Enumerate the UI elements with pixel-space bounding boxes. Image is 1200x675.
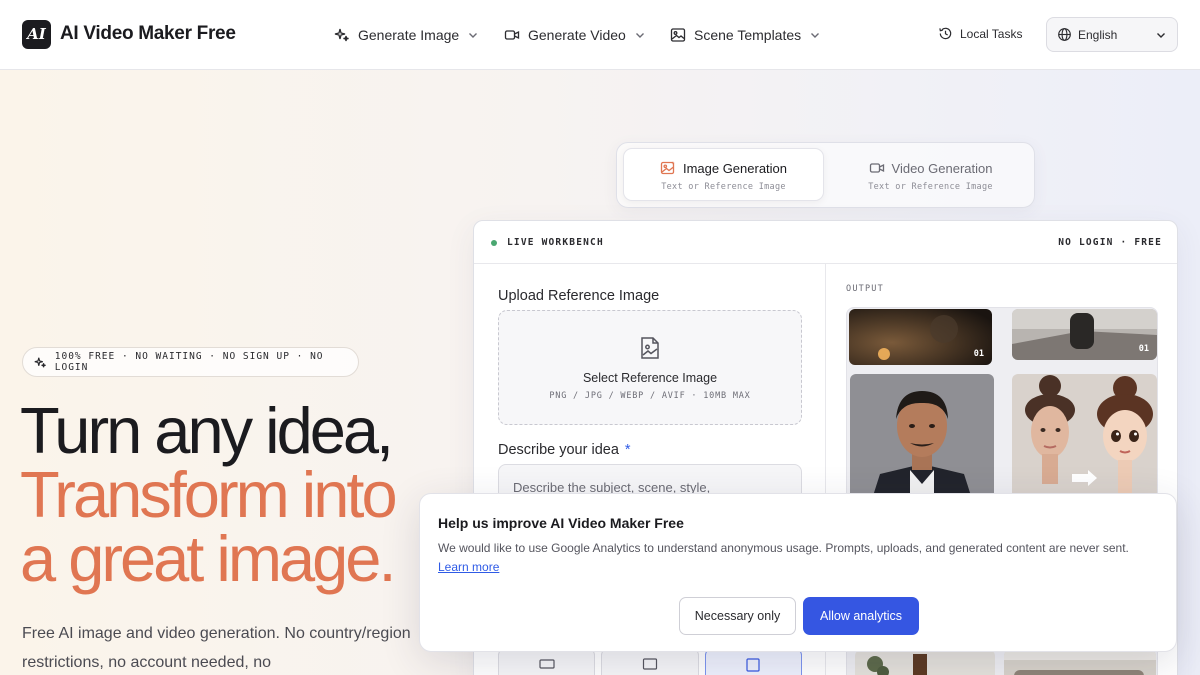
- portrait-image: [1012, 374, 1157, 499]
- output-thumbnail-portrait[interactable]: [1012, 374, 1157, 499]
- output-thumbnail[interactable]: 01: [1012, 309, 1157, 360]
- chevron-down-icon: [469, 33, 478, 38]
- mode-tabs: Image Generation Text or Reference Image…: [616, 142, 1035, 208]
- tab-image-generation[interactable]: Image Generation Text or Reference Image: [623, 148, 824, 201]
- tab-title: Video Generation: [891, 160, 993, 176]
- output-thumbnail[interactable]: [1004, 650, 1156, 675]
- image-sparkle-icon: [660, 161, 675, 175]
- workbench-title: LIVE WORKBENCH: [507, 237, 604, 248]
- describe-label-text: Describe your idea: [498, 442, 619, 458]
- aspect-ratio-options: [498, 649, 802, 675]
- learn-more-link[interactable]: Learn more: [438, 560, 499, 574]
- tab-title: Image Generation: [682, 160, 788, 176]
- ratio-option-standard[interactable]: [601, 649, 699, 675]
- local-tasks-label: Local Tasks: [960, 26, 1023, 41]
- chevron-down-icon: [1157, 32, 1165, 38]
- local-tasks-link[interactable]: Local Tasks: [938, 26, 1022, 41]
- standard-ratio-icon: [642, 658, 658, 670]
- upload-formats: PNG / JPG / WEBP / AVIF · 10MB MAX: [549, 391, 751, 401]
- workbench-header: LIVE WORKBENCH NO LOGIN · FREE: [474, 221, 1177, 264]
- tab-video-generation[interactable]: Video Generation Text or Reference Image: [830, 148, 1031, 201]
- workbench-status: NO LOGIN · FREE: [1058, 237, 1162, 248]
- logo-icon[interactable]: AI: [22, 20, 51, 49]
- nav-scene-templates[interactable]: Scene Templates: [670, 25, 821, 45]
- hero-description: Free AI image and video generation. No c…: [22, 625, 411, 671]
- tab-subtitle: Text or Reference Image: [661, 182, 786, 192]
- upload-dropzone[interactable]: Select Reference Image PNG / JPG / WEBP …: [498, 310, 802, 425]
- thumbnail-image: [849, 309, 992, 365]
- landscape-ratio-icon: [539, 659, 555, 669]
- video-camera-icon: [869, 163, 884, 173]
- badge-text: 100% FREE · NO WAITING · NO SIGN UP · NO…: [54, 351, 324, 373]
- chevron-down-icon: [635, 33, 644, 38]
- necessary-only-button[interactable]: Necessary only: [679, 597, 796, 635]
- history-icon: [939, 27, 952, 40]
- analytics-consent-dialog: Help us improve AI Video Maker Free We w…: [419, 493, 1177, 652]
- thumbnail-image: [855, 650, 995, 675]
- brand-name[interactable]: AI Video Maker Free: [60, 23, 236, 45]
- consent-title: Help us improve AI Video Maker Free: [438, 515, 684, 531]
- sparkle-icon: [334, 28, 349, 42]
- ratio-option-landscape[interactable]: [498, 649, 596, 675]
- nav-label: Generate Image: [358, 27, 460, 43]
- tab-subtitle: Text or Reference Image: [868, 182, 993, 192]
- output-thumbnail[interactable]: [855, 650, 995, 675]
- thumbnail-image: [1004, 650, 1156, 675]
- nav-label: Generate Video: [528, 27, 626, 43]
- consent-message: We would like to use Google Analytics to…: [438, 539, 1158, 576]
- square-ratio-icon: [746, 658, 760, 672]
- consent-body: We would like to use Google Analytics to…: [438, 541, 1129, 555]
- hero-headline-line-2: Transform into: [20, 458, 398, 531]
- output-label: OUTPUT: [846, 284, 884, 294]
- hero-headline-line-3: a great image.: [20, 522, 397, 595]
- image-icon: [670, 28, 686, 42]
- language-value: English: [1078, 27, 1118, 42]
- output-thumbnail[interactable]: 01: [849, 309, 992, 365]
- sparkle-icon: [34, 357, 46, 367]
- top-header: AI AI Video Maker Free Generate Image Ge…: [0, 0, 1200, 70]
- allow-analytics-button[interactable]: Allow analytics: [803, 597, 919, 635]
- thumbnail-index: 01: [973, 349, 984, 359]
- upload-label: Upload Reference Image: [498, 288, 660, 304]
- live-status-dot: [491, 240, 497, 246]
- thumbnail-index: 01: [1138, 344, 1149, 354]
- hero-badge: 100% FREE · NO WAITING · NO SIGN UP · NO…: [22, 347, 359, 377]
- required-mark: *: [624, 442, 631, 458]
- globe-icon: [1058, 28, 1071, 41]
- chevron-down-icon: [811, 33, 820, 38]
- language-select[interactable]: English: [1046, 17, 1178, 52]
- nav-generate-image[interactable]: Generate Image: [334, 25, 479, 45]
- describe-label: Describe your idea *: [498, 442, 631, 458]
- thumbnail-image: [1012, 309, 1157, 360]
- ratio-option-square[interactable]: [704, 649, 802, 675]
- output-thumbnail-portrait[interactable]: [850, 374, 994, 499]
- video-camera-icon: [504, 30, 520, 40]
- portrait-image: [850, 374, 994, 499]
- nav-label: Scene Templates: [694, 27, 802, 43]
- hero-headline-line-1: Turn any idea,: [20, 394, 394, 467]
- image-file-icon: [641, 337, 659, 359]
- nav-generate-video[interactable]: Generate Video: [504, 25, 646, 45]
- upload-title: Select Reference Image: [582, 371, 718, 385]
